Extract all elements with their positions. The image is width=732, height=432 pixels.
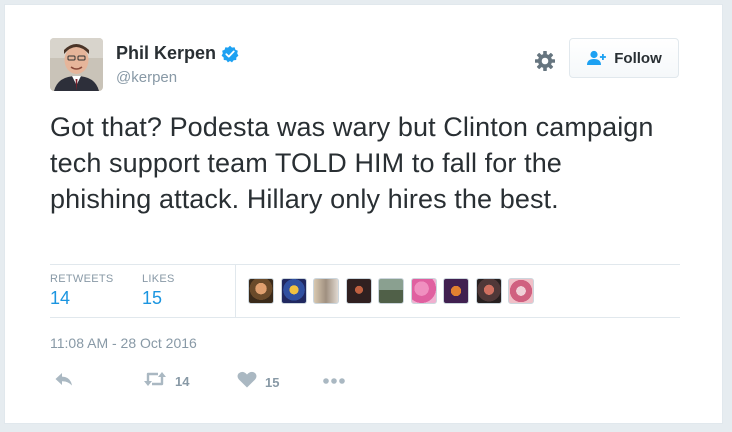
tweet-text: Got that? Podesta was wary but Clinton c… <box>50 112 654 214</box>
liker-avatar[interactable] <box>280 278 307 304</box>
likes-label: LIKES <box>142 273 175 285</box>
retweet-count: 14 <box>175 374 190 389</box>
retweet-button[interactable]: 14 <box>143 371 189 392</box>
like-button[interactable]: 15 <box>237 371 279 393</box>
follow-button[interactable]: Follow <box>569 38 679 78</box>
follow-button-label: Follow <box>614 49 662 67</box>
author-avatar[interactable] <box>50 38 103 91</box>
author-name[interactable]: Phil Kerpen <box>116 43 239 64</box>
like-count: 15 <box>265 374 280 390</box>
author-name-text[interactable]: Phil Kerpen <box>116 43 216 64</box>
stats-vertical-divider <box>235 265 236 317</box>
retweets-stat[interactable]: RETWEETS 14 <box>50 273 114 309</box>
more-dots-icon <box>322 373 346 391</box>
tweet-timestamp[interactable]: 11:08 AM - 28 Oct 2016 <box>50 335 197 351</box>
liker-avatar[interactable] <box>345 278 372 304</box>
stats-divider-bottom <box>50 317 680 318</box>
liker-avatar[interactable] <box>508 278 534 304</box>
add-user-icon <box>586 50 608 66</box>
liker-avatar[interactable] <box>248 278 274 304</box>
more-options-button[interactable] <box>322 373 346 391</box>
liker-avatars <box>248 278 541 304</box>
liker-avatar[interactable] <box>443 278 469 304</box>
retweets-label: RETWEETS <box>50 273 114 285</box>
liker-avatar[interactable] <box>410 278 437 304</box>
author-handle[interactable]: @kerpen <box>116 69 177 86</box>
liker-avatar[interactable] <box>313 278 339 304</box>
likes-stat[interactable]: LIKES 15 <box>142 273 175 309</box>
liker-avatar[interactable] <box>475 278 502 304</box>
gear-icon[interactable] <box>533 49 557 73</box>
liker-avatar[interactable] <box>378 278 404 304</box>
verified-badge-icon <box>221 45 239 63</box>
retweet-icon <box>143 371 167 392</box>
reply-button[interactable] <box>54 371 74 392</box>
heart-icon <box>237 371 257 393</box>
stats-divider-top <box>50 264 680 265</box>
tweet-card: Phil Kerpen @kerpen Follow Got that? Pod… <box>4 4 723 424</box>
likes-value[interactable]: 15 <box>142 288 175 309</box>
retweets-value[interactable]: 14 <box>50 288 114 309</box>
reply-icon <box>54 371 74 392</box>
